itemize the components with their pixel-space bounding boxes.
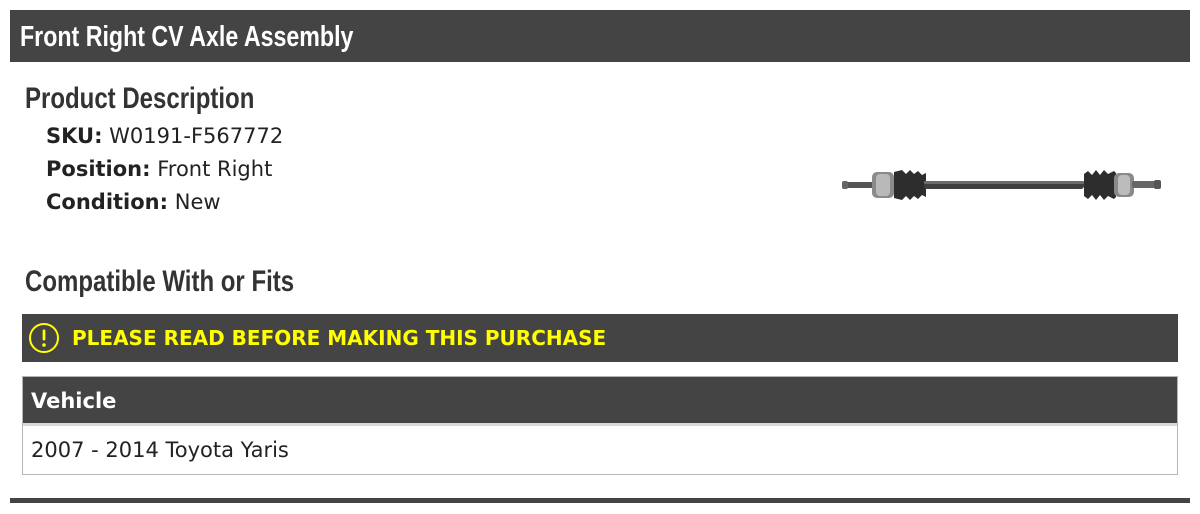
spec-label: Position: [46, 157, 151, 181]
spec-label: SKU: [46, 124, 103, 148]
cv-axle-product-image [842, 170, 1161, 200]
product-description-heading: Product Description [25, 82, 255, 115]
bottom-divider [10, 498, 1190, 503]
spec-row-condition: Condition: New [46, 186, 283, 219]
table-row: 2007 - 2014 Toyota Yaris [23, 426, 1177, 474]
spec-row-position: Position: Front Right [46, 153, 283, 186]
column-header-vehicle: Vehicle [31, 389, 117, 413]
spec-value: New [174, 190, 221, 214]
spec-label: Condition: [46, 190, 169, 214]
page-title: Front Right CV Axle Assembly [20, 21, 354, 53]
spec-row-sku: SKU: W0191-F567772 [46, 120, 283, 153]
purchase-warning-bar: PLEASE READ BEFORE MAKING THIS PURCHASE [22, 314, 1178, 362]
exclamation-circle-icon [29, 323, 59, 353]
spec-list: SKU: W0191-F567772 Position: Front Right… [46, 120, 283, 219]
table-header: Vehicle [23, 377, 1177, 426]
spec-value: W0191-F567772 [109, 124, 284, 148]
title-bar: Front Right CV Axle Assembly [10, 10, 1190, 62]
vehicle-table: Vehicle 2007 - 2014 Toyota Yaris [22, 376, 1178, 475]
table-cell-vehicle: 2007 - 2014 Toyota Yaris [31, 438, 289, 462]
compatibility-heading: Compatible With or Fits [25, 265, 295, 298]
spec-value: Front Right [157, 157, 273, 181]
warning-text: PLEASE READ BEFORE MAKING THIS PURCHASE [72, 326, 607, 350]
